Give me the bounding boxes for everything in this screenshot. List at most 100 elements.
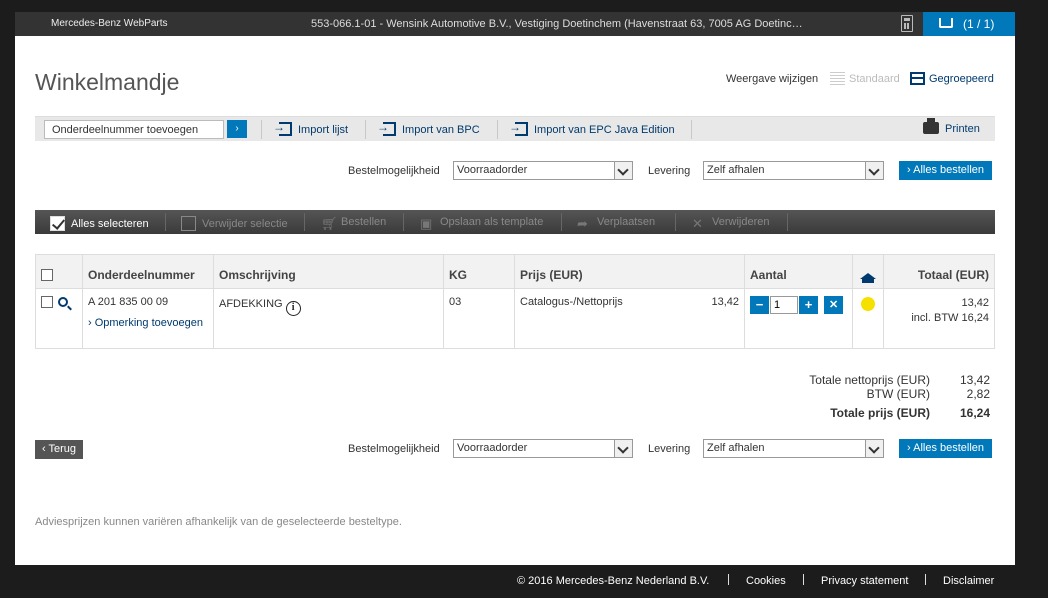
toolbar-divider: [691, 120, 692, 139]
delivery-label: Levering: [648, 443, 691, 455]
page-title: Winkelmandje: [35, 69, 180, 95]
checkbox-icon: [181, 216, 196, 231]
delete-selection-button[interactable]: Verwijder selectie: [181, 216, 288, 231]
row-select-cell: [35, 288, 83, 349]
print-button[interactable]: Printen: [923, 118, 980, 135]
view-change-label: Weergave wijzigen: [726, 73, 819, 85]
part-number-cell: A 201 835 00 09 › Opmerking toevoegen: [82, 288, 214, 349]
import-icon: [273, 120, 292, 136]
checkbox-checked-icon: [50, 216, 65, 231]
main-panel: Winkelmandje Weergave wijzigen Standaard…: [15, 36, 1015, 565]
add-part-input[interactable]: [44, 120, 224, 139]
price-cell: Catalogus-/Nettoprijs 13,42: [514, 288, 745, 349]
quantity-cell: − + ✕: [744, 288, 853, 349]
header-part-number: Onderdeelnummer: [82, 254, 214, 289]
info-icon[interactable]: i: [285, 301, 301, 316]
move-button[interactable]: ➦ Verplaatsen: [577, 216, 655, 230]
brand-name: Mercedes-Benz WebParts: [51, 18, 168, 29]
grand-total-label: Totale prijs (EUR): [830, 406, 930, 420]
header-price: Prijs (EUR): [514, 254, 745, 289]
chevron-down-icon: [865, 162, 883, 179]
order-all-button[interactable]: › Alles bestellen: [899, 161, 993, 180]
vat-value: 2,82: [966, 387, 990, 401]
header-quantity: Aantal: [744, 254, 853, 289]
part-description: AFDEKKING: [219, 298, 283, 310]
import-epc-button[interactable]: Import van EPC Java Edition: [509, 120, 675, 136]
decrease-quantity-button[interactable]: −: [750, 296, 769, 314]
grouped-view-icon: [910, 72, 925, 85]
cart-button[interactable]: (1 / 1): [923, 12, 1015, 36]
delete-button[interactable]: ✕ Verwijderen: [692, 216, 769, 230]
order-all-button[interactable]: › Alles bestellen: [899, 439, 993, 458]
close-icon: ✕: [692, 216, 703, 231]
actionbar-divider: [165, 213, 166, 231]
cookies-link[interactable]: Cookies: [746, 575, 786, 587]
table-row: A 201 835 00 09 › Opmerking toevoegen AF…: [35, 288, 995, 349]
footer-divider: [728, 574, 729, 585]
order-type-label: Bestelmogelijkheid: [348, 165, 440, 177]
toolbar-divider: [365, 120, 366, 139]
chevron-down-icon: [614, 440, 632, 457]
printer-icon: [923, 118, 939, 134]
copyright: © 2016 Mercedes-Benz Nederland B.V.: [517, 575, 710, 587]
add-remark-link[interactable]: › Opmerking toevoegen: [88, 317, 208, 329]
home-stock-icon: [860, 273, 876, 283]
import-icon: [509, 120, 528, 136]
order-button[interactable]: 🛒︎ Bestellen: [321, 216, 386, 230]
row-total: 13,42: [961, 297, 989, 309]
calculator-icon[interactable]: [901, 15, 913, 32]
footer-divider: [803, 574, 804, 585]
availability-cell: [852, 288, 884, 349]
row-checkbox[interactable]: [41, 296, 53, 308]
search-icon[interactable]: [58, 297, 68, 307]
import-list-button[interactable]: Import lijst: [273, 120, 348, 136]
dealer-info[interactable]: 553-066.1-01 - Wensink Automotive B.V., …: [311, 18, 811, 30]
save-template-button[interactable]: ▣ Opslaan als template: [420, 216, 543, 230]
actionbar-divider: [787, 213, 788, 231]
select-all-button[interactable]: Alles selecteren: [50, 216, 149, 231]
actionbar-divider: [403, 213, 404, 231]
order-options-bottom: Bestelmogelijkheid Voorraadorder Leverin…: [15, 439, 1015, 459]
header-kg: KG: [443, 254, 515, 289]
delivery-select[interactable]: Zelf afhalen: [703, 439, 884, 458]
order-type-select[interactable]: Voorraadorder: [453, 439, 633, 458]
remove-item-button[interactable]: ✕: [824, 296, 844, 314]
delivery-label: Levering: [648, 165, 691, 177]
increase-quantity-button[interactable]: +: [799, 296, 818, 314]
actionbar-divider: [304, 213, 305, 231]
footer: © 2016 Mercedes-Benz Nederland B.V. Cook…: [0, 565, 1048, 598]
footer-divider: [925, 574, 926, 585]
privacy-link[interactable]: Privacy statement: [821, 575, 908, 587]
save-icon: ▣: [420, 216, 433, 231]
disclaimer-link[interactable]: Disclaimer: [943, 575, 994, 587]
view-standard-button[interactable]: Standaard: [830, 72, 900, 85]
vat-label: BTW (EUR): [866, 387, 930, 401]
action-bar: Alles selecteren Verwijder selectie 🛒︎ Be…: [35, 210, 995, 234]
description-cell: AFDEKKING i: [213, 288, 444, 349]
chevron-down-icon: [865, 440, 883, 457]
toolbar-divider: [497, 120, 498, 139]
cart-count: (1 / 1): [963, 17, 995, 31]
order-options-top: Bestelmogelijkheid Voorraadorder Leverin…: [15, 161, 1015, 181]
grand-total-value: 16,24: [959, 406, 990, 420]
select-all-checkbox[interactable]: [41, 269, 53, 281]
top-bar: Mercedes-Benz WebParts 553-066.1-01 - We…: [15, 12, 1015, 36]
part-number: A 201 835 00 09: [88, 296, 169, 308]
header-checkbox-cell: [35, 254, 83, 289]
chevron-down-icon: [614, 162, 632, 179]
quantity-input[interactable]: [770, 296, 798, 314]
import-bpc-button[interactable]: Import van BPC: [377, 120, 480, 136]
delivery-select[interactable]: Zelf afhalen: [703, 161, 884, 180]
header-description: Omschrijving: [213, 254, 444, 289]
order-type-select[interactable]: Voorraadorder: [453, 161, 633, 180]
view-grouped-button[interactable]: Gegroepeerd: [910, 72, 994, 85]
actionbar-divider: [561, 213, 562, 231]
toolbar-divider: [261, 120, 262, 139]
net-total-value: 13,42: [959, 373, 990, 387]
header-total: Totaal (EUR): [883, 254, 995, 289]
cart-toolbar: › Import lijst Import van BPC Import van…: [35, 116, 995, 141]
unit-price: 13,42: [711, 296, 739, 308]
add-part-button[interactable]: ›: [227, 120, 247, 138]
header-availability: [852, 254, 884, 289]
availability-indicator: [861, 297, 875, 311]
